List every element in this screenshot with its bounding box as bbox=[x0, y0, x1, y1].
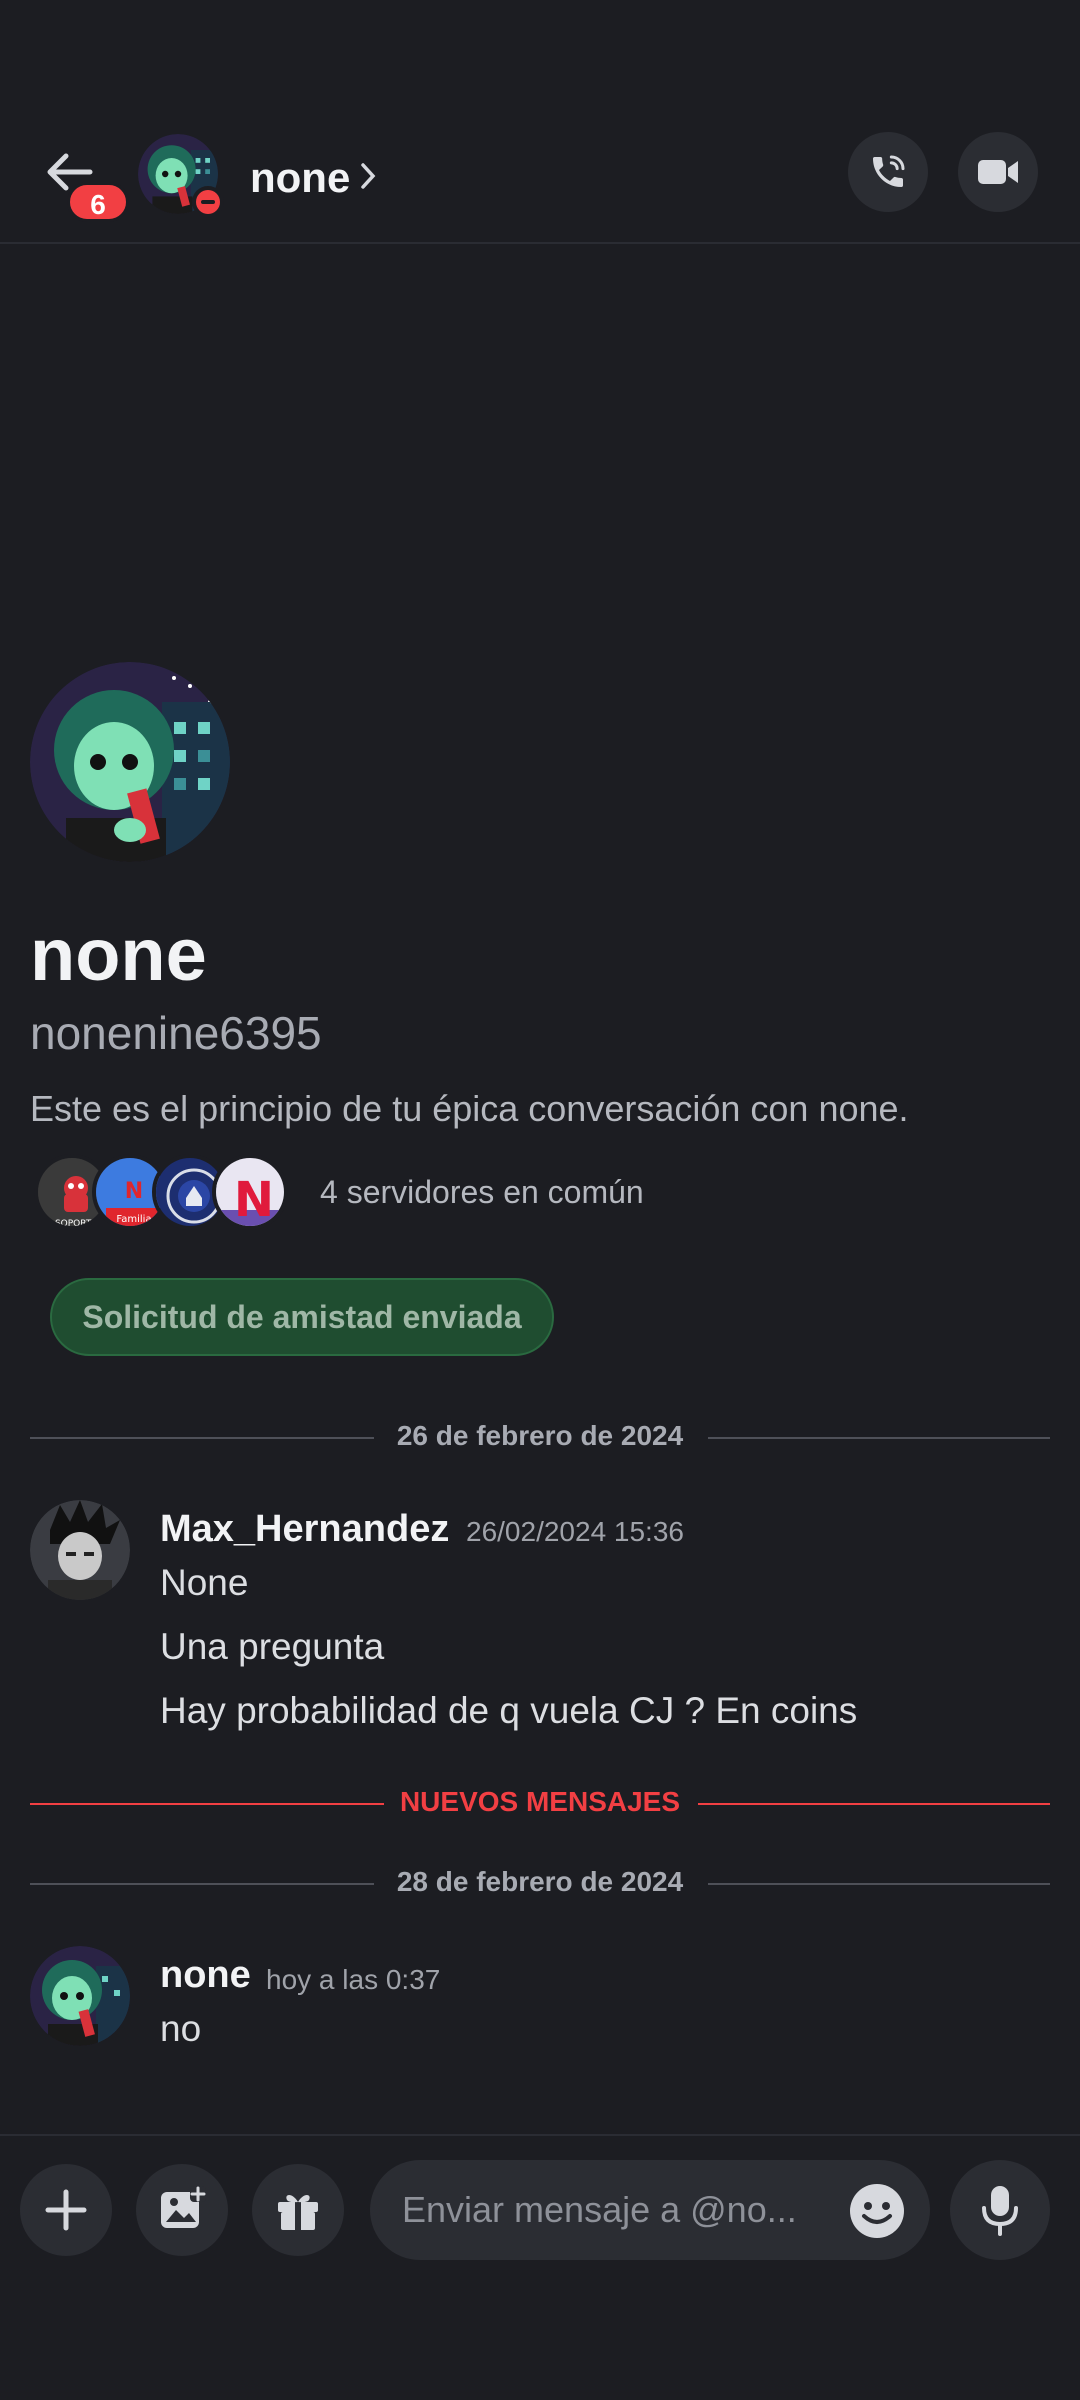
dnd-status-icon bbox=[192, 186, 224, 218]
new-messages-divider: NUEVOS MENSAJES bbox=[30, 1784, 1050, 1824]
unread-badge: 6 bbox=[67, 182, 129, 222]
composer-divider bbox=[0, 2134, 1080, 2136]
message-author[interactable]: Max_Hernandez bbox=[160, 1508, 449, 1551]
message-avatar[interactable] bbox=[30, 1946, 130, 2046]
dm-header: 6 none bbox=[0, 120, 1080, 244]
mutual-servers-label: 4 servidores en común bbox=[320, 1174, 644, 1210]
profile-display-name: none bbox=[30, 913, 207, 996]
emoji-button[interactable] bbox=[848, 2182, 906, 2240]
message-timestamp: hoy a las 0:37 bbox=[266, 1964, 441, 1995]
video-camera-icon bbox=[978, 160, 1018, 184]
message-text: no bbox=[160, 2008, 202, 2049]
image-icon bbox=[161, 2186, 206, 2228]
conversation-intro-text: Este es el principio de tu épica convers… bbox=[30, 1088, 909, 1129]
video-call-button[interactable] bbox=[958, 132, 1038, 212]
message-input[interactable] bbox=[370, 2160, 930, 2260]
svg-text:N: N bbox=[234, 1172, 274, 1228]
date-divider: 26 de febrero de 2024 bbox=[30, 1418, 1050, 1458]
dm-screen: 6 none none nonenine6395 Este es el prin… bbox=[0, 0, 1080, 2400]
media-button[interactable] bbox=[136, 2164, 228, 2256]
voice-call-button[interactable] bbox=[848, 132, 928, 212]
svg-text:SOPORTE: SOPORTE bbox=[55, 1219, 97, 1229]
message-author[interactable]: none bbox=[160, 1954, 251, 1997]
date-divider: 28 de febrero de 2024 bbox=[30, 1864, 1050, 1904]
gift-button[interactable] bbox=[252, 2164, 344, 2256]
chevron-right-icon[interactable] bbox=[360, 162, 376, 190]
message-text: None bbox=[160, 1562, 249, 1603]
phone-icon bbox=[873, 155, 905, 187]
attach-button[interactable] bbox=[20, 2164, 112, 2256]
voice-message-button[interactable] bbox=[950, 2160, 1050, 2260]
svg-text:N: N bbox=[125, 1179, 143, 1204]
microphone-icon bbox=[982, 2186, 1018, 2236]
message-text: Una pregunta bbox=[160, 1626, 385, 1667]
message-timestamp: 26/02/2024 15:36 bbox=[466, 1516, 684, 1547]
svg-text:Familia: Familia bbox=[116, 1214, 151, 1225]
profile-avatar[interactable] bbox=[30, 662, 230, 862]
profile-username: nonenine6395 bbox=[30, 1007, 322, 1059]
mutual-servers[interactable]: SOPORTE N Familia N 4 servidores en comú… bbox=[34, 1154, 734, 1234]
header-username[interactable]: none bbox=[250, 154, 350, 202]
emoji-icon bbox=[850, 2184, 904, 2238]
message-text: Hay probabilidad de q vuela CJ ? En coin… bbox=[160, 1690, 858, 1731]
plus-icon bbox=[45, 2189, 87, 2231]
message-avatar[interactable] bbox=[30, 1500, 130, 1600]
friend-request-sent-button[interactable]: Solicitud de amistad enviada bbox=[50, 1278, 554, 1356]
gift-icon bbox=[278, 2195, 318, 2230]
server-icon-n: N bbox=[212, 1154, 288, 1230]
